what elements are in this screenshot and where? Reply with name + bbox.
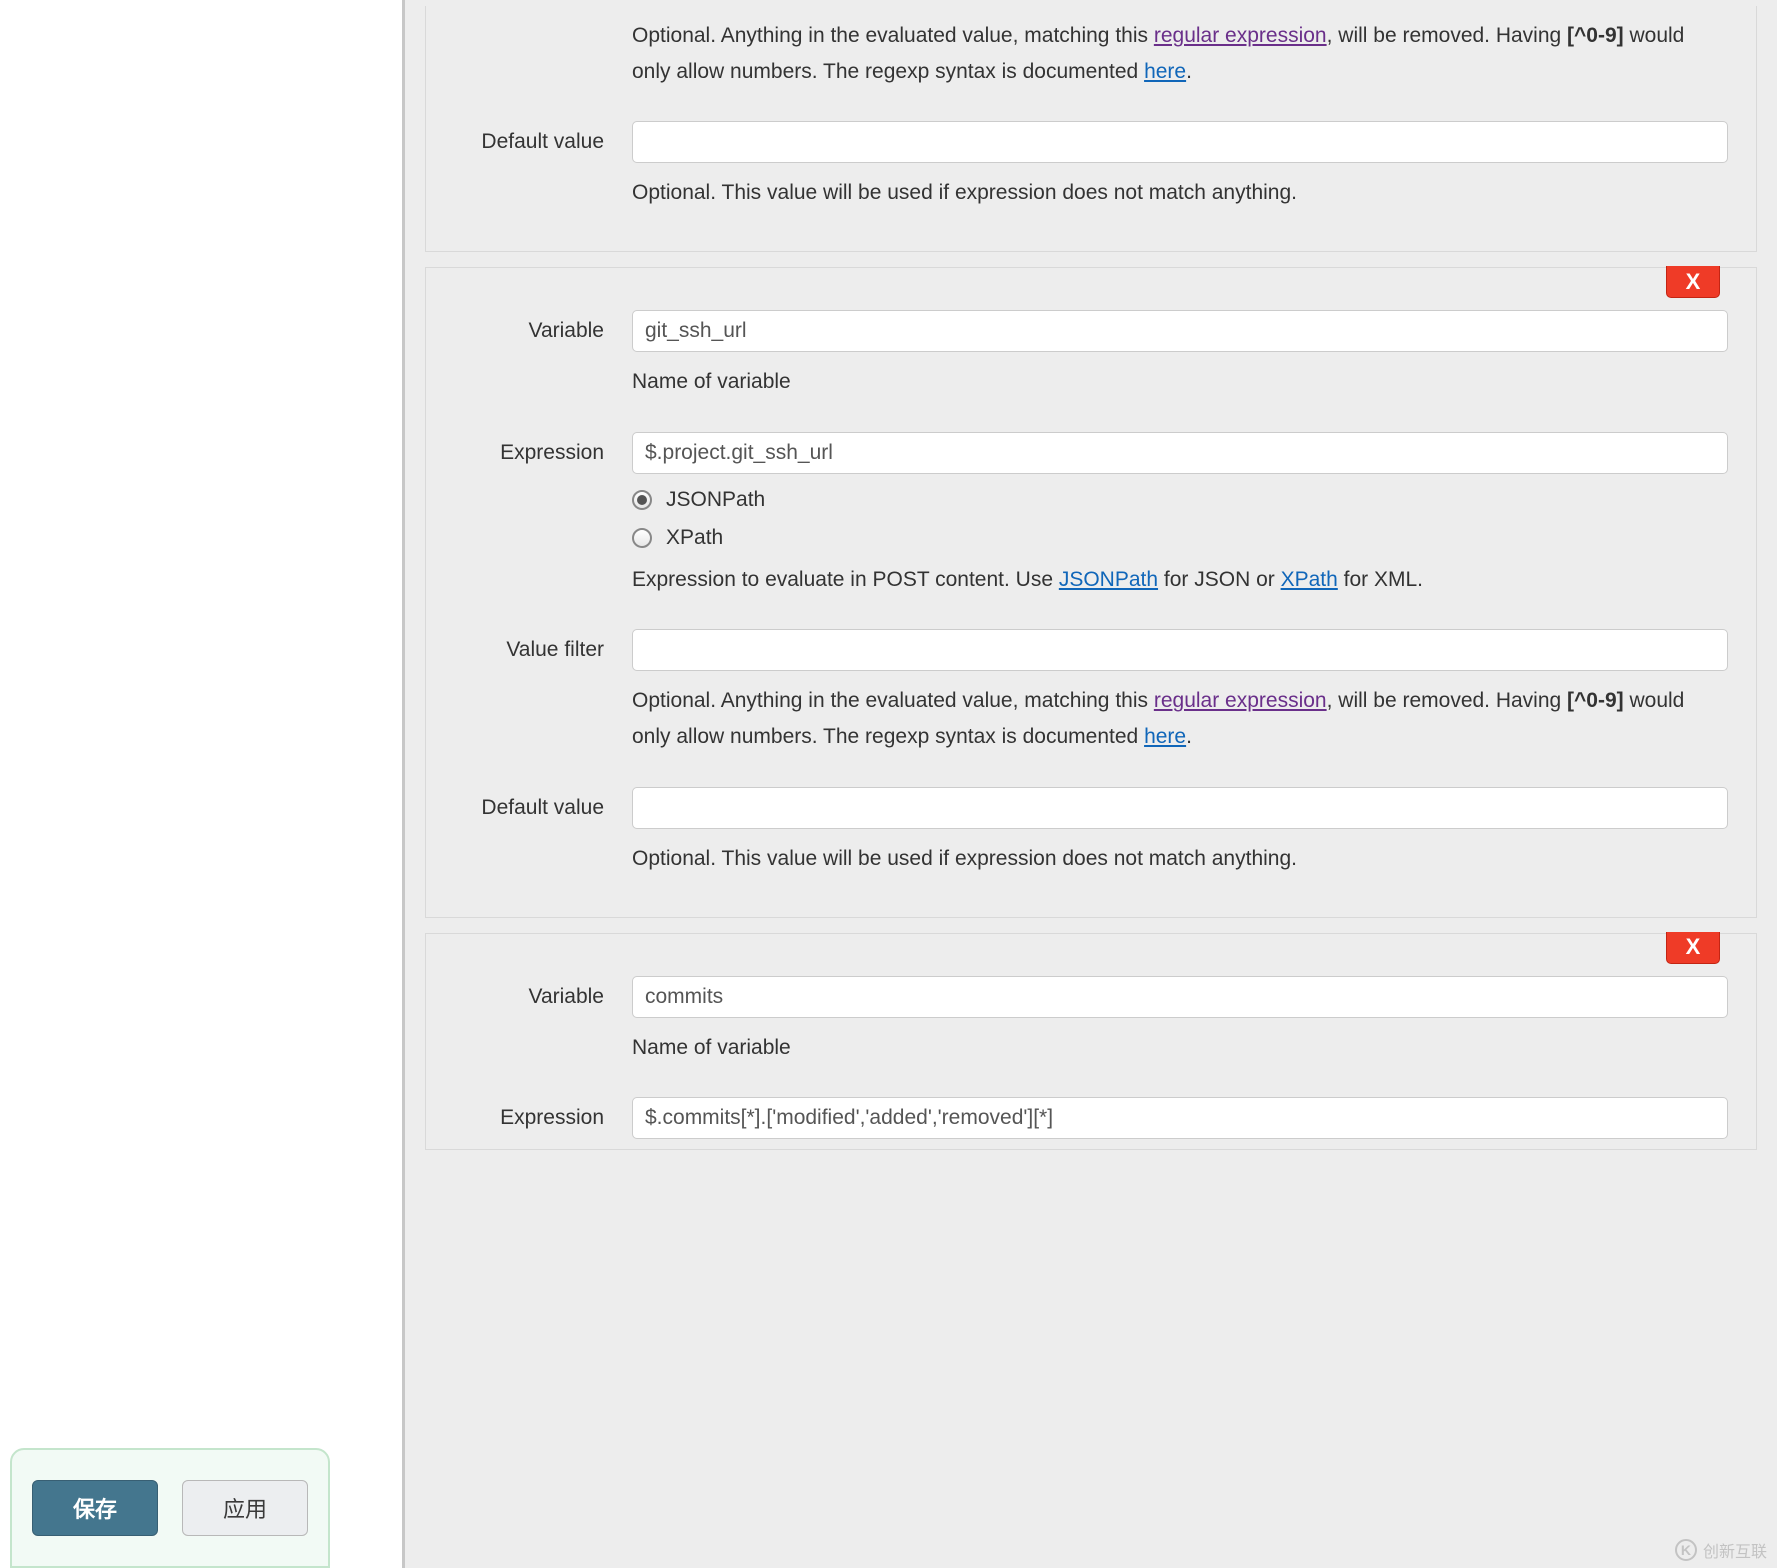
- xpath-radio-label: XPath: [666, 526, 723, 550]
- expression-label: Expression: [454, 1097, 632, 1139]
- xpath-link[interactable]: XPath: [1281, 568, 1338, 591]
- variable-help: Name of variable: [632, 364, 1728, 400]
- expression-row: Expression: [454, 1097, 1728, 1139]
- default-value-help: Optional. This value will be used if exp…: [632, 841, 1728, 877]
- variable-label: Variable: [454, 976, 632, 1018]
- variable-block-2: X Variable Name of variable Expression: [425, 933, 1757, 1151]
- delete-block-button[interactable]: X: [1666, 266, 1720, 298]
- regular-expression-link[interactable]: regular expression: [1154, 24, 1327, 47]
- expression-input[interactable]: [632, 1097, 1728, 1139]
- default-value-input[interactable]: [632, 121, 1728, 163]
- value-filter-input[interactable]: [632, 629, 1728, 671]
- variable-block-1: X Variable Name of variable Expression J…: [425, 267, 1757, 917]
- default-value-row: Default value Optional. This value will …: [454, 787, 1728, 877]
- value-filter-label: Value filter: [454, 629, 632, 671]
- variable-row: Variable Name of variable: [454, 310, 1728, 400]
- save-button[interactable]: 保存: [32, 1480, 158, 1536]
- variable-label: Variable: [454, 310, 632, 352]
- default-value-input[interactable]: [632, 787, 1728, 829]
- radio-icon: [632, 528, 652, 548]
- delete-block-button[interactable]: X: [1666, 932, 1720, 964]
- regex-docs-link[interactable]: here: [1144, 60, 1186, 83]
- expression-help: Expression to evaluate in POST content. …: [632, 562, 1728, 598]
- expression-input[interactable]: [632, 432, 1728, 474]
- value-filter-help: Optional. Anything in the evaluated valu…: [632, 683, 1728, 754]
- expression-row: Expression JSONPath XPath Expression to …: [454, 432, 1728, 598]
- variable-input[interactable]: [632, 976, 1728, 1018]
- xpath-radio-row[interactable]: XPath: [632, 526, 1728, 550]
- value-filter-row: Value filter Optional. Anything in the e…: [454, 629, 1728, 754]
- default-value-label: Default value: [454, 121, 632, 163]
- variable-block-0: Optional. Anything in the evaluated valu…: [425, 6, 1757, 252]
- variable-row: Variable Name of variable: [454, 976, 1728, 1066]
- action-button-tray: 保存 应用: [10, 1448, 330, 1568]
- main-content: Optional. Anything in the evaluated valu…: [405, 0, 1777, 1568]
- value-filter-help: Optional. Anything in the evaluated valu…: [632, 18, 1728, 89]
- apply-button[interactable]: 应用: [182, 1480, 308, 1536]
- jsonpath-radio-label: JSONPath: [666, 488, 765, 512]
- sidebar: 保存 应用: [0, 0, 405, 1568]
- variable-input[interactable]: [632, 310, 1728, 352]
- default-value-label: Default value: [454, 787, 632, 829]
- radio-icon: [632, 490, 652, 510]
- value-filter-row: Optional. Anything in the evaluated valu…: [454, 6, 1728, 89]
- jsonpath-link[interactable]: JSONPath: [1059, 568, 1158, 591]
- regular-expression-link[interactable]: regular expression: [1154, 689, 1327, 712]
- expression-label: Expression: [454, 432, 632, 474]
- variable-help: Name of variable: [632, 1030, 1728, 1066]
- jsonpath-radio-row[interactable]: JSONPath: [632, 488, 1728, 512]
- regex-docs-link[interactable]: here: [1144, 725, 1186, 748]
- default-value-help: Optional. This value will be used if exp…: [632, 175, 1728, 211]
- default-value-row: Default value Optional. This value will …: [454, 121, 1728, 211]
